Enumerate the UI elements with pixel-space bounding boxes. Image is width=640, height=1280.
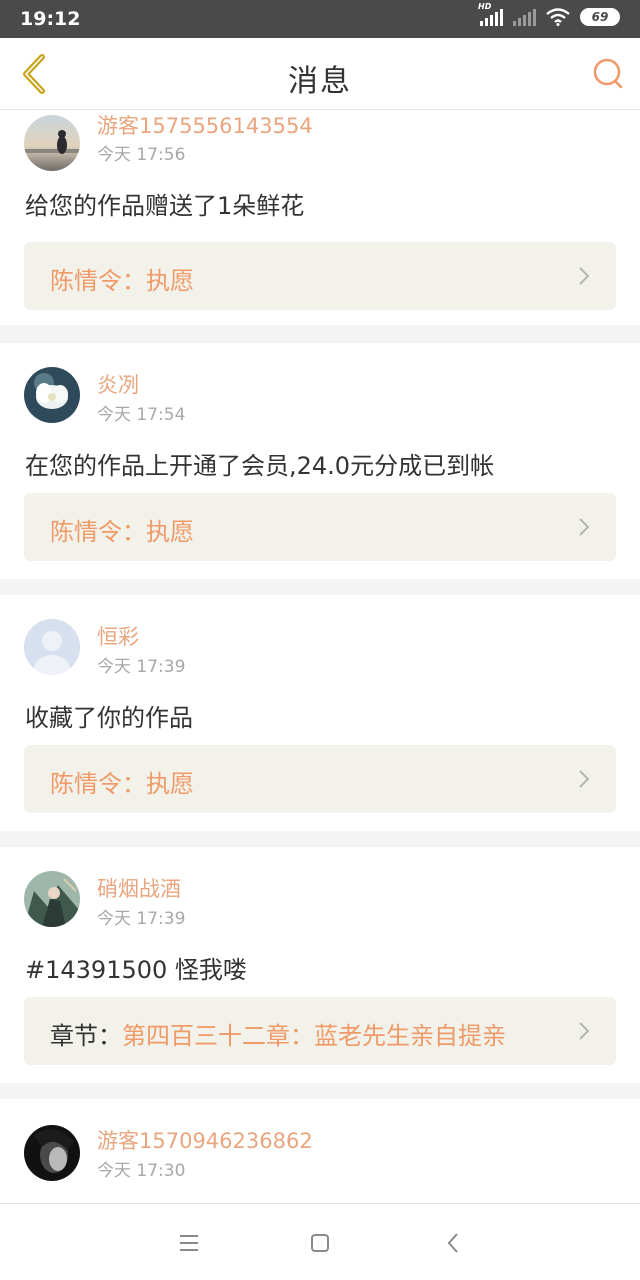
notification-message: 收藏了你的作品 — [25, 704, 193, 732]
username[interactable]: 游客1570946236862 — [97, 1125, 313, 1155]
notification-message: 在您的作品上开通了会员,24.0元分成已到帐 — [25, 452, 495, 480]
user-avatar[interactable] — [24, 115, 80, 171]
home-button[interactable] — [307, 1230, 333, 1256]
menu-icon — [180, 1235, 198, 1251]
notification-time: 今天 17:30 — [97, 1161, 186, 1181]
user-avatar[interactable] — [24, 367, 80, 423]
username[interactable]: 硝烟战酒 — [97, 873, 181, 903]
chevron-right-icon — [579, 518, 590, 536]
search-icon — [593, 58, 623, 89]
system-nav-bar — [0, 1203, 640, 1280]
wifi-icon — [546, 8, 570, 26]
chevron-right-icon — [579, 770, 590, 788]
notification-time: 今天 17:56 — [97, 145, 186, 165]
notification-message: 给您的作品赠送了1朵鲜花 — [25, 192, 305, 220]
notification-card: 硝烟战酒 今天 17:39 #14391500 怪我喽 章节：第四百三十二章：蓝… — [0, 847, 640, 1083]
status-bar: 19:12 HD 69 — [0, 0, 640, 38]
status-time: 19:12 — [20, 8, 81, 30]
notification-time: 今天 17:54 — [97, 405, 186, 425]
chapter-link[interactable]: 章节：第四百三十二章：蓝老先生亲自提亲 — [24, 997, 616, 1065]
battery-level: 69 — [591, 10, 609, 24]
chapter-link-text: 章节：第四百三十二章：蓝老先生亲自提亲 — [50, 1016, 506, 1051]
notification-card: 游客1570946236862 今天 17:30 — [0, 1099, 640, 1203]
notification-time: 今天 17:39 — [97, 909, 186, 929]
back-nav-button[interactable] — [441, 1230, 467, 1256]
user-avatar[interactable] — [24, 1125, 80, 1181]
work-title: 陈情令：执愿 — [50, 770, 194, 798]
user-avatar[interactable] — [24, 871, 80, 927]
username[interactable]: 炎冽 — [97, 369, 139, 399]
user-avatar[interactable] — [24, 619, 80, 675]
work-link[interactable]: 陈情令：执愿 — [24, 745, 616, 813]
hd-label: HD — [478, 2, 492, 11]
notification-message: #14391500 怪我喽 — [25, 956, 247, 984]
work-title: 陈情令：执愿 — [50, 518, 194, 546]
notification-time: 今天 17:39 — [97, 657, 186, 677]
status-icons: HD 69 — [478, 2, 620, 26]
menu-button[interactable] — [176, 1230, 202, 1256]
work-link[interactable]: 陈情令：执愿 — [24, 242, 616, 310]
header: 消息 — [0, 38, 640, 110]
notification-card: 炎冽 今天 17:54 在您的作品上开通了会员,24.0元分成已到帐 陈情令：执… — [0, 343, 640, 579]
chevron-right-icon — [579, 267, 590, 285]
chevron-right-icon — [579, 1022, 590, 1040]
notification-card: 游客1575556143554 今天 17:56 给您的作品赠送了1朵鲜花 陈情… — [0, 111, 640, 325]
search-button[interactable] — [590, 56, 626, 92]
home-square-icon — [311, 1234, 329, 1252]
notification-card: 恒彩 今天 17:39 收藏了你的作品 陈情令：执愿 — [0, 595, 640, 831]
signal-disabled-icon — [513, 8, 536, 26]
chapter-title: 第四百三十二章：蓝老先生亲自提亲 — [122, 1022, 506, 1050]
chapter-prefix: 章节： — [50, 1022, 122, 1050]
username[interactable]: 游客1575556143554 — [97, 111, 313, 140]
work-title: 陈情令：执愿 — [50, 267, 194, 295]
back-triangle-icon — [447, 1233, 458, 1253]
notification-list[interactable]: 游客1575556143554 今天 17:56 给您的作品赠送了1朵鲜花 陈情… — [0, 111, 640, 1203]
work-link[interactable]: 陈情令：执愿 — [24, 493, 616, 561]
signal-icon: HD — [478, 2, 503, 26]
page-title: 消息 — [288, 64, 352, 99]
battery-icon: 69 — [580, 8, 620, 26]
username[interactable]: 恒彩 — [97, 621, 139, 651]
